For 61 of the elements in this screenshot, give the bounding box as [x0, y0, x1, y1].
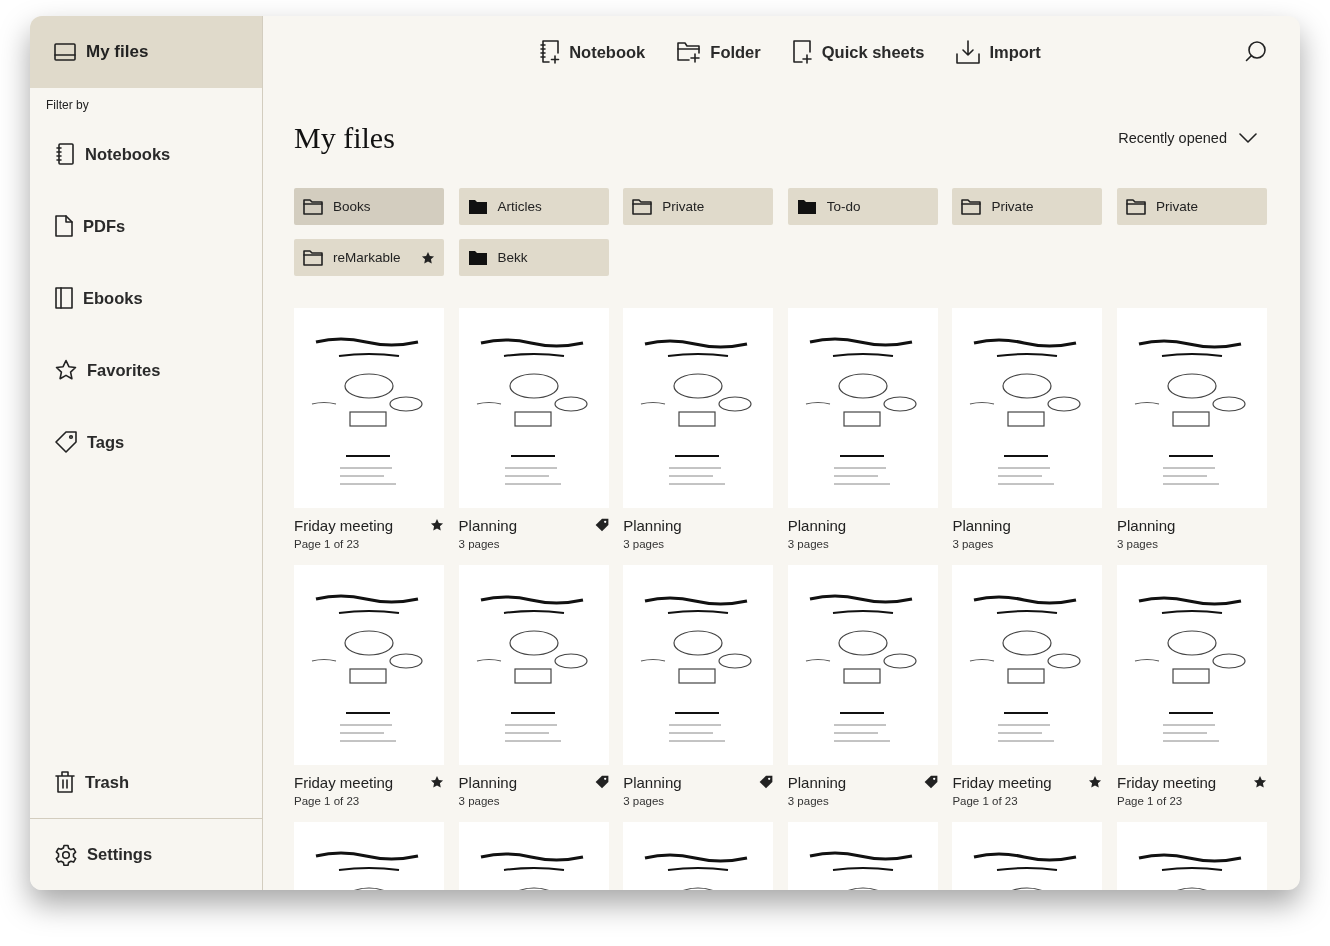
file-subtitle: Page 1 of 23	[294, 538, 361, 550]
file-title: Friday meeting	[294, 516, 394, 534]
sidebar-item[interactable]: My files	[30, 16, 262, 88]
page-title: My files	[294, 121, 395, 155]
folder-item[interactable]: Private	[1116, 188, 1267, 225]
sidebar-item[interactable]: Tags	[30, 406, 262, 478]
download-icon	[956, 40, 981, 64]
file-subtitle: 3 pages	[787, 538, 830, 550]
toolbar-button[interactable]: Notebook	[538, 40, 646, 64]
file-title: Planning	[787, 516, 847, 534]
sidebar-item[interactable]: PDFs	[30, 190, 262, 262]
notebook-plus-icon	[538, 40, 561, 64]
page-plus-icon	[792, 40, 813, 64]
file-subtitle: 3 pages	[458, 795, 501, 807]
file-subtitle: 3 pages	[952, 538, 995, 550]
toolbar-button[interactable]: Import	[956, 40, 1041, 64]
sidebar-item[interactable]: Trash	[30, 746, 262, 818]
tray-icon	[54, 43, 76, 61]
file-title: Planning	[623, 516, 682, 534]
sidebar-item[interactable]: Settings	[30, 818, 262, 890]
trash-icon	[55, 771, 75, 793]
file-title: Friday meeting	[294, 773, 394, 791]
sidebar-item[interactable]: Notebooks	[30, 118, 262, 190]
file-title: Planning	[458, 516, 517, 534]
folder-item[interactable]: Private	[623, 188, 774, 225]
folder-item[interactable]: Bekk	[458, 239, 609, 276]
file-subtitle: 3 pages	[458, 538, 501, 550]
file-title: Friday meeting	[952, 773, 1052, 791]
folder-item[interactable]: Private	[952, 188, 1103, 225]
sort-dropdown[interactable]: Recently opened	[1118, 130, 1257, 146]
file-title: Planning	[458, 773, 517, 791]
folder-item[interactable]: reMarkable	[294, 239, 444, 276]
folder-item[interactable]: To-do	[787, 188, 938, 225]
toolbar-button[interactable]: Folder	[677, 41, 761, 63]
file-subtitle: 3 pages	[623, 795, 666, 807]
file-subtitle: Page 1 of 23	[952, 795, 1019, 807]
settings-icon	[55, 843, 77, 866]
file-title: Planning	[623, 773, 682, 791]
file-subtitle: Page 1 of 23	[294, 795, 361, 807]
filter-label: Filter by	[45, 97, 90, 114]
folder-item[interactable]: Articles	[458, 188, 609, 225]
file-title: Planning	[1116, 516, 1176, 534]
tag-icon	[55, 431, 77, 453]
sidebar-item[interactable]: Ebooks	[30, 262, 262, 334]
file-title: Planning	[952, 516, 1011, 534]
file-title: Planning	[787, 773, 847, 791]
file-title: Friday meeting	[1116, 773, 1217, 791]
document-icon	[55, 215, 73, 237]
search-icon[interactable]	[1245, 40, 1267, 62]
sidebar-item[interactable]: Favorites	[30, 334, 262, 406]
file-subtitle: Page 1 of 23	[1116, 795, 1184, 807]
file-subtitle: 3 pages	[787, 795, 830, 807]
chevron-down-icon	[1239, 133, 1257, 143]
file-subtitle: 3 pages	[623, 538, 666, 550]
folder-item[interactable]: Books	[294, 188, 444, 225]
star-icon	[55, 359, 77, 381]
notebook-icon	[55, 143, 75, 165]
folder-plus-icon	[677, 41, 702, 63]
book-icon	[55, 287, 73, 309]
toolbar-button[interactable]: Quick sheets	[792, 40, 925, 64]
file-subtitle: 3 pages	[1116, 538, 1159, 550]
